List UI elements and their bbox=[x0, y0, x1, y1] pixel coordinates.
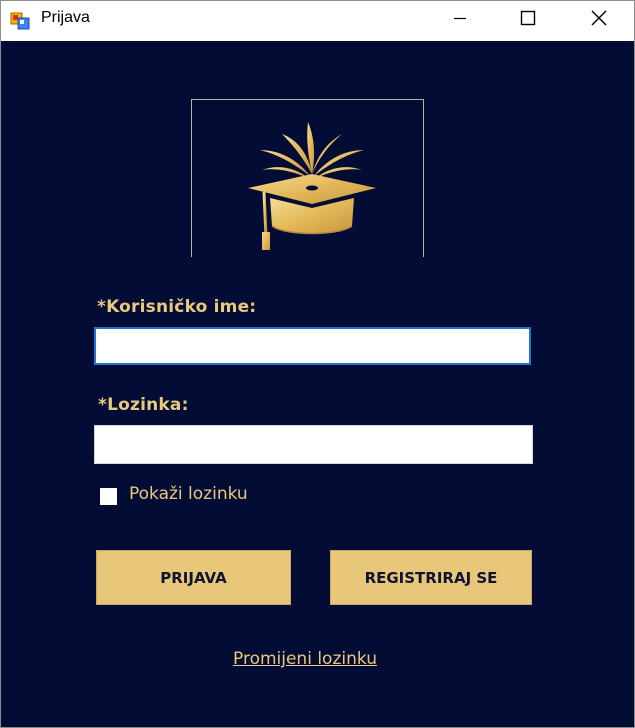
username-label: *Korisničko ime: bbox=[97, 297, 257, 317]
password-label: *Lozinka: bbox=[98, 395, 189, 415]
login-button[interactable]: PRIJAVA bbox=[96, 550, 291, 605]
password-input[interactable] bbox=[94, 425, 533, 464]
maximize-button[interactable] bbox=[505, 1, 551, 35]
register-button[interactable]: REGISTRIRAJ SE bbox=[330, 550, 532, 605]
close-icon bbox=[591, 10, 607, 26]
change-password-link[interactable]: Promijeni lozinku bbox=[233, 649, 377, 669]
maximize-icon bbox=[520, 10, 536, 26]
login-window: Prijava *Korisničko ime: *Lozinka: Pokaž… bbox=[0, 0, 635, 728]
login-panel: *Korisničko ime: *Lozinka: Pokaži lozink… bbox=[1, 41, 634, 727]
logo-frame bbox=[191, 99, 424, 257]
close-button[interactable] bbox=[576, 1, 622, 35]
windows-form-icon bbox=[10, 12, 30, 30]
show-password-checkbox[interactable] bbox=[100, 488, 117, 505]
username-input[interactable] bbox=[94, 327, 531, 365]
register-button-label: REGISTRIRAJ SE bbox=[364, 568, 498, 587]
minimize-icon bbox=[454, 17, 466, 20]
show-password-label[interactable]: Pokaži lozinku bbox=[129, 484, 248, 504]
minimize-button[interactable] bbox=[437, 1, 483, 35]
window-title: Prijava bbox=[41, 9, 90, 26]
login-button-label: PRIJAVA bbox=[160, 568, 227, 587]
title-bar[interactable]: Prijava bbox=[1, 1, 634, 39]
graduation-cap-icon bbox=[248, 122, 376, 250]
